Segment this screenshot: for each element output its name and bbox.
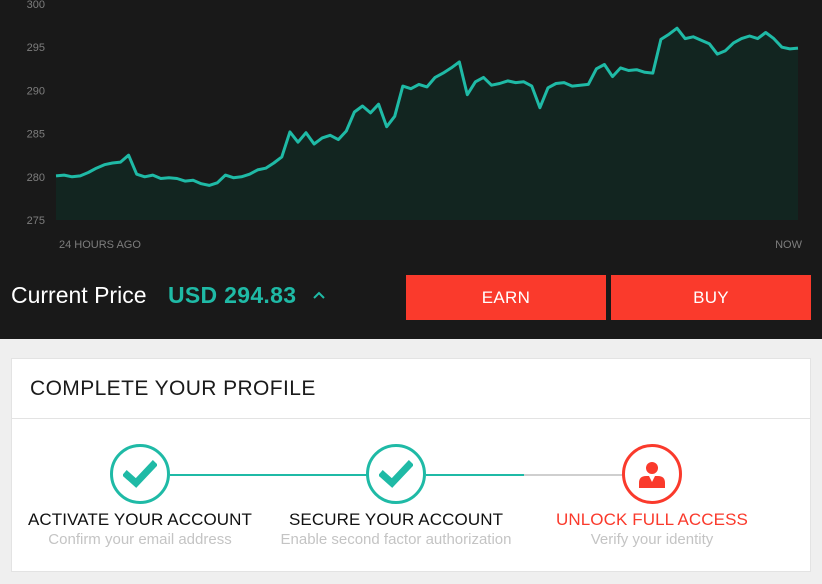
step-1-circle <box>110 444 170 504</box>
card-divider <box>12 418 810 419</box>
price-panel: 275 280 285 290 295 300 24 HOURS AGO NOW Curr… <box>0 0 822 339</box>
y-axis: 275 280 285 290 295 300 <box>27 0 45 227</box>
y-tick-label: 285 <box>27 129 45 141</box>
trend-up-icon <box>313 291 325 299</box>
step-1-title: ACTIVATE YOUR ACCOUNT <box>27 510 253 529</box>
buy-button[interactable]: BUY <box>611 275 811 320</box>
step-2-subtitle: Enable second factor authorization <box>280 531 512 548</box>
user-icon <box>639 462 665 488</box>
checkmark-icon <box>123 460 157 488</box>
current-price-label: Current Price <box>11 282 147 308</box>
y-tick-label: 280 <box>27 172 45 184</box>
step-2-title: SECURE YOUR ACCOUNT <box>288 510 504 529</box>
profile-card: COMPLETE YOUR PROFILE ACTIVATE YOUR ACCO… <box>11 358 811 572</box>
step-connector-1 <box>170 474 368 476</box>
y-tick-label: 300 <box>27 0 45 11</box>
step-connector-2-pending <box>524 474 624 476</box>
step-2-circle <box>366 444 426 504</box>
y-tick-label: 275 <box>27 215 45 227</box>
y-tick-label: 295 <box>27 42 45 54</box>
current-price-value: USD 294.83 <box>168 282 297 308</box>
profile-card-title: COMPLETE YOUR PROFILE <box>30 377 316 400</box>
step-3-subtitle: Verify your identity <box>590 531 714 548</box>
price-chart: 275 280 285 290 295 300 24 HOURS AGO NOW <box>27 0 803 251</box>
step-3-title: UNLOCK FULL ACCESS <box>555 510 748 529</box>
earn-button[interactable]: EARN <box>406 275 606 320</box>
step-1-subtitle: Confirm your email address <box>48 531 232 548</box>
checkmark-icon <box>379 460 413 488</box>
price-area <box>56 28 798 221</box>
step-3-circle <box>622 444 682 504</box>
x-tick-end: NOW <box>775 239 803 251</box>
y-tick-label: 290 <box>27 85 45 97</box>
x-tick-start: 24 HOURS AGO <box>59 239 141 251</box>
